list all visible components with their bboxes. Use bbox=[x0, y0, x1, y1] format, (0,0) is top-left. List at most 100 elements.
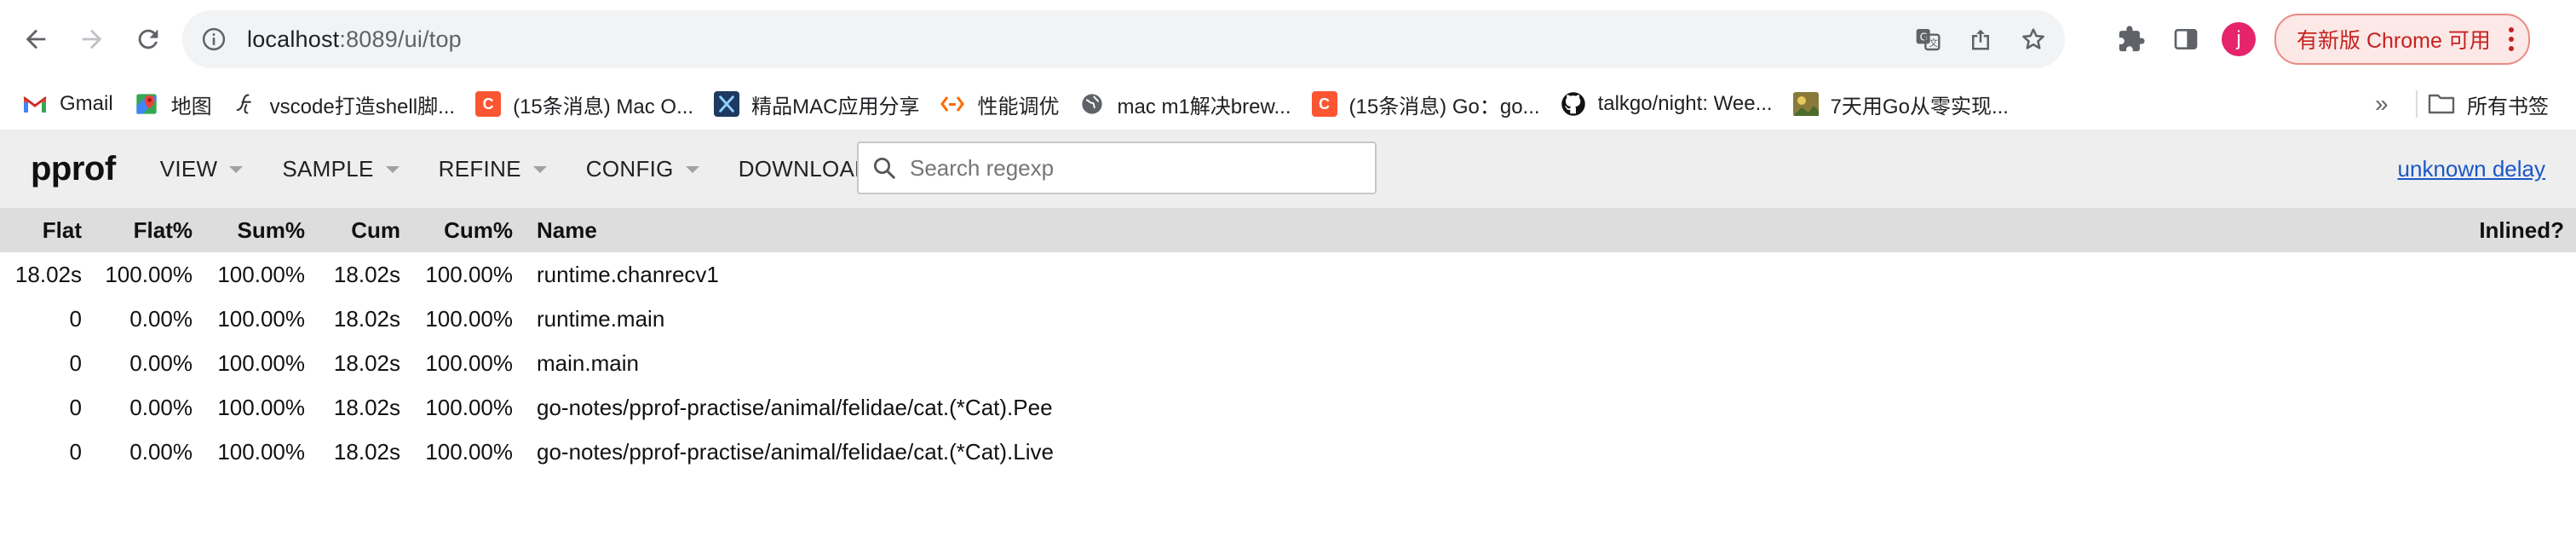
arrow-right-icon bbox=[82, 29, 102, 49]
kebab-menu-icon bbox=[2508, 27, 2515, 51]
cell-sum-percent: 100.00% bbox=[217, 394, 305, 420]
unknown-delay-link[interactable]: unknown delay bbox=[2398, 130, 2545, 208]
header-flat-percent[interactable]: Flat% bbox=[82, 208, 193, 252]
bookmark-csdn-mac[interactable]: C (15条消息) Mac O... bbox=[465, 85, 704, 123]
table-row[interactable]: 0 0.00% 100.00% 18.02s 100.00% go-notes/… bbox=[0, 430, 2576, 474]
csdn-icon: C bbox=[475, 91, 502, 117]
table-row[interactable]: 18.02s 100.00% 100.00% 18.02s 100.00% ru… bbox=[0, 252, 2576, 297]
cell-flat: 18.02s bbox=[14, 261, 82, 287]
menu-view[interactable]: VIEW bbox=[160, 156, 244, 182]
star-bookmark-icon[interactable] bbox=[2019, 25, 2048, 54]
share-icon[interactable] bbox=[1966, 25, 1995, 54]
table-row[interactable]: 0 0.00% 100.00% 18.02s 100.00% runtime.m… bbox=[0, 297, 2576, 341]
bookmark-talkgo[interactable]: talkgo/night: Wee... bbox=[1550, 85, 1783, 123]
cell-cum: 18.02s bbox=[333, 438, 400, 465]
bookmark-vscode-shell[interactable]: vscode打造shell脚... bbox=[222, 85, 465, 123]
cell-flat-percent: 0.00% bbox=[129, 438, 193, 465]
header-inlined[interactable]: Inlined? bbox=[2394, 208, 2576, 252]
header-sum-percent[interactable]: Sum% bbox=[193, 208, 305, 252]
all-bookmarks-label: 所有书签 bbox=[2467, 95, 2549, 118]
caret-down-icon bbox=[532, 166, 547, 173]
folder-icon bbox=[2428, 91, 2455, 117]
table-row[interactable]: 0 0.00% 100.00% 18.02s 100.00% go-notes/… bbox=[0, 385, 2576, 430]
all-bookmarks-button[interactable]: 所有书签 bbox=[2428, 78, 2549, 130]
update-button-label: 有新版 Chrome 可用 bbox=[2297, 29, 2491, 53]
cell-cum: 18.02s bbox=[333, 394, 400, 420]
cell-cum-percent: 100.00% bbox=[425, 394, 513, 420]
bookmark-label: (15条消息) Go：go... bbox=[1348, 95, 1540, 118]
bookmarks-overflow-button[interactable]: » bbox=[2375, 78, 2389, 130]
bookmark-script-icon bbox=[233, 91, 258, 117]
bookmark-perf-tuning[interactable]: 性能调优 bbox=[929, 85, 1069, 123]
menu-sample[interactable]: SAMPLE bbox=[282, 156, 400, 182]
image-thumb-icon bbox=[1792, 91, 1819, 117]
performance-icon bbox=[940, 91, 965, 117]
url-path: :8089/ui/top bbox=[339, 26, 462, 52]
bookmark-mac-apps[interactable]: 精品MAC应用分享 bbox=[704, 85, 929, 123]
cell-flat: 0 bbox=[69, 305, 82, 332]
arrow-left-icon bbox=[26, 29, 46, 49]
cell-inlined bbox=[2394, 297, 2576, 341]
bookmark-label: vscode打造shell脚... bbox=[269, 95, 456, 118]
address-url[interactable]: localhost:8089/ui/top bbox=[247, 26, 462, 53]
table-header-row: Flat Flat% Sum% Cum Cum% Name Inlined? bbox=[0, 208, 2576, 252]
address-bar[interactable]: localhost:8089/ui/top G文 bbox=[182, 10, 2065, 68]
table-row[interactable]: 0 0.00% 100.00% 18.02s 100.00% main.main bbox=[0, 341, 2576, 385]
cell-flat-percent: 100.00% bbox=[105, 261, 193, 287]
cell-cum: 18.02s bbox=[333, 261, 400, 287]
menu-label: REFINE bbox=[438, 155, 521, 182]
cell-flat: 0 bbox=[69, 349, 82, 376]
caret-down-icon bbox=[229, 166, 244, 173]
menu-config[interactable]: CONFIG bbox=[586, 156, 699, 182]
header-flat[interactable]: Flat bbox=[0, 208, 82, 252]
cell-cum-percent: 100.00% bbox=[425, 438, 513, 465]
bookmark-7days-go[interactable]: 7天用Go从零实现... bbox=[1783, 85, 2019, 123]
cell-flat-percent: 0.00% bbox=[129, 349, 193, 376]
cell-sum-percent: 100.00% bbox=[217, 305, 305, 332]
bookmark-label: talkgo/night: Wee... bbox=[1597, 92, 1773, 115]
svg-text:G: G bbox=[1920, 31, 1928, 43]
search-regexp-box[interactable] bbox=[857, 141, 1377, 194]
cell-sum-percent: 100.00% bbox=[217, 261, 305, 287]
reload-button[interactable] bbox=[124, 15, 172, 63]
search-icon bbox=[871, 154, 898, 182]
site-info-icon[interactable] bbox=[199, 25, 228, 54]
bookmark-brew[interactable]: mac m1解决brew... bbox=[1069, 85, 1301, 123]
cell-flat-percent: 0.00% bbox=[129, 394, 193, 420]
pprof-menu: VIEW SAMPLE REFINE CONFIG DOWNLOAD bbox=[160, 156, 911, 182]
cell-cum-percent: 100.00% bbox=[425, 349, 513, 376]
gmail-icon bbox=[22, 91, 48, 117]
url-host: localhost bbox=[247, 26, 340, 52]
translate-icon[interactable]: G文 bbox=[1913, 25, 1942, 54]
globe-icon bbox=[1079, 91, 1105, 117]
header-cum[interactable]: Cum bbox=[305, 208, 400, 252]
header-cum-percent[interactable]: Cum% bbox=[400, 208, 513, 252]
back-button[interactable] bbox=[12, 15, 60, 63]
forward-button[interactable] bbox=[68, 15, 116, 63]
profile-avatar[interactable]: j bbox=[2222, 22, 2256, 56]
side-panel-icon[interactable] bbox=[2164, 17, 2208, 61]
caret-down-icon bbox=[685, 166, 699, 173]
bookmark-label: 性能调优 bbox=[977, 95, 1060, 118]
chrome-update-button[interactable]: 有新版 Chrome 可用 bbox=[2274, 14, 2530, 65]
header-name[interactable]: Name bbox=[513, 208, 2394, 252]
bookmark-gmail[interactable]: Gmail bbox=[12, 85, 124, 123]
cell-sum-percent: 100.00% bbox=[217, 438, 305, 465]
extensions-puzzle-icon[interactable] bbox=[2109, 17, 2153, 61]
cell-name: main.main bbox=[537, 349, 639, 376]
menu-download[interactable]: DOWNLOAD bbox=[739, 156, 871, 182]
pprof-logo[interactable]: pprof bbox=[31, 150, 116, 188]
reload-icon bbox=[138, 29, 158, 49]
pprof-header: pprof VIEW SAMPLE REFINE CONFIG DOWNLOAD… bbox=[0, 130, 2576, 208]
search-regexp-input[interactable] bbox=[908, 153, 1371, 182]
bookmark-maps[interactable]: 地图 bbox=[124, 85, 222, 123]
cell-name: go-notes/pprof-practise/animal/felidae/c… bbox=[537, 394, 1053, 420]
menu-label: CONFIG bbox=[585, 155, 674, 182]
cell-cum-percent: 100.00% bbox=[425, 261, 513, 287]
menu-refine[interactable]: REFINE bbox=[439, 156, 547, 182]
bookmark-csdn-go[interactable]: C (15条消息) Go：go... bbox=[1302, 85, 1550, 123]
xcode-icon bbox=[714, 91, 740, 117]
cell-sum-percent: 100.00% bbox=[217, 349, 305, 376]
google-maps-icon bbox=[134, 91, 159, 117]
bookmark-label: 7天用Go从零实现... bbox=[1830, 95, 2009, 118]
